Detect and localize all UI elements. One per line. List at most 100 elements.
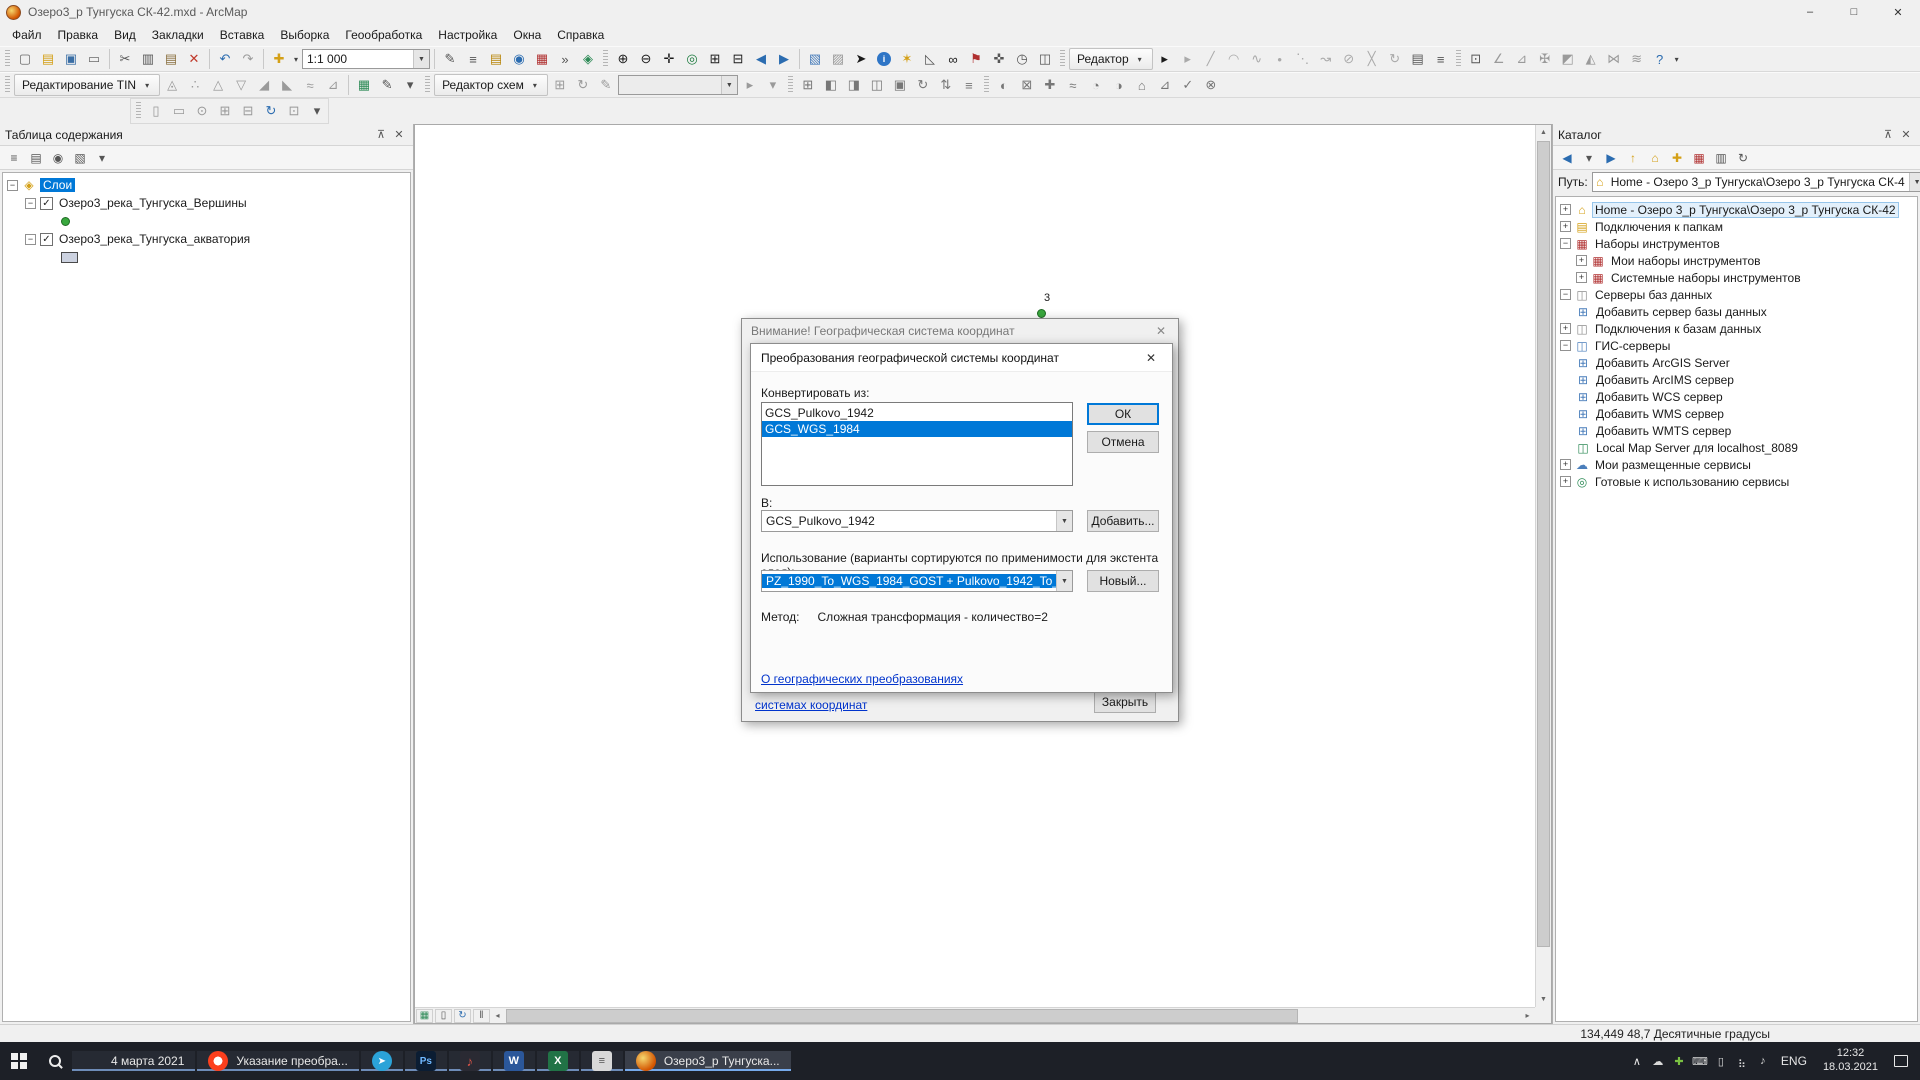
edit-vertices-icon[interactable]: ⋱ [1292,48,1314,70]
warning-dialog-close-icon[interactable]: ✕ [1144,319,1178,343]
scroll-left-icon[interactable]: ◂ [490,1008,505,1024]
map-vertex-point[interactable] [1037,309,1046,318]
ok-button[interactable]: ОК [1087,403,1159,425]
toolbar-grip[interactable] [136,102,141,120]
time-slider-icon[interactable]: ◷ [1011,48,1033,70]
catalog-tree-item[interactable]: + ◫ Подключения к базам данных [1556,320,1917,337]
toc-root-label[interactable]: Слои [40,178,75,192]
georeferencing-icon[interactable]: ✠ [1534,48,1556,70]
catalog-tree-item[interactable]: ⊞ Добавить WMTS сервер [1556,422,1917,439]
search-window-icon[interactable]: ◉ [508,48,530,70]
catalog-forward-icon[interactable]: ▶ [1601,148,1621,168]
editor-toolbar-icon[interactable]: ✎ [439,48,461,70]
change-layout-icon[interactable]: ▾ [306,100,328,122]
tree-expander[interactable]: − [7,180,18,191]
refresh-page-icon[interactable]: ↻ [260,100,282,122]
zoom-out-icon[interactable]: ⊖ [635,48,657,70]
catalog-pin-icon[interactable]: ⊼ [1879,126,1897,144]
cut-polygons-icon[interactable]: ⊘ [1338,48,1360,70]
tree-item-label[interactable]: Подключения к папкам [1593,220,1725,234]
draw-order-icon[interactable]: ≡ [958,74,980,96]
transformations-dialog-close-icon[interactable]: ✕ [1130,344,1172,371]
toolbar-grip[interactable] [788,76,793,94]
list-by-drawing-order-icon[interactable]: ≡ [4,148,24,168]
up-one-level-icon[interactable]: ↑ [1623,148,1643,168]
open-diagram-icon[interactable]: ⊞ [549,74,571,96]
combo-arrow-icon[interactable]: ▼ [1056,511,1072,531]
polygon-symbol[interactable] [61,252,78,263]
clear-selection-icon[interactable]: ▨ [827,48,849,70]
tree-expander[interactable]: + [1560,476,1571,487]
layer-label[interactable]: Озеро3_река_Тунгуска_акватория [57,232,252,246]
tree-item-label[interactable]: Local Map Server для localhost_8089 [1594,441,1800,455]
edit-annotation-tool-icon[interactable]: ▸ [1177,48,1199,70]
catalog-tree-item[interactable]: − ▦ Наборы инструментов [1556,235,1917,252]
toc-layer-item[interactable]: − ✓ Озеро3_река_Тунгуска_акватория [3,230,410,248]
toc-layer-item[interactable]: − ✓ Озеро3_река_Тунгуска_Вершины [3,194,410,212]
layout-view-button[interactable]: ▯ [435,1009,452,1023]
layout-grid-icon[interactable]: ⊞ [797,74,819,96]
tree-item-label[interactable]: Добавить сервер базы данных [1594,305,1769,319]
menu-item[interactable]: Настройка [430,25,505,45]
endpoint-arc-icon[interactable]: ◠ [1223,48,1245,70]
catalog-close-icon[interactable]: ✕ [1897,126,1915,144]
effects-icon[interactable]: ◔ [1085,74,1107,96]
topology-edit-icon[interactable]: ∠ [1488,48,1510,70]
battery-icon[interactable]: ▯ [1711,1049,1731,1073]
word-app[interactable]: W [493,1051,535,1071]
toc-pin-icon[interactable]: ⊼ [372,126,390,144]
tree-item-label[interactable]: Добавить WMS сервер [1594,407,1726,421]
tree-item-label[interactable]: Home - Озеро 3_р Тунгуска\Озеро 3_р Тунг… [1593,203,1898,217]
scroll-right-icon[interactable]: ▸ [1520,1008,1535,1024]
straight-segment-icon[interactable]: ╱ [1200,48,1222,70]
contrast-icon[interactable]: ◐ [993,74,1015,96]
undo-icon[interactable]: ↶ [214,48,236,70]
catalog-tree-item[interactable]: + ▤ Подключения к папкам [1556,218,1917,235]
toc-options-icon[interactable]: ▾ [92,148,112,168]
tree-item-label[interactable]: Готовые к использованию сервисы [1593,475,1791,489]
update-diagram-icon[interactable]: ↻ [572,74,594,96]
toolbar-grip[interactable] [425,76,430,94]
tree-item-label[interactable]: ГИС-серверы [1593,339,1672,353]
maximize-button[interactable]: □ [1832,0,1876,24]
map-scale-combo[interactable]: 1:1 000 ▼ [302,49,430,69]
tin-options-icon[interactable]: ▾ [399,74,421,96]
reshape-feature-icon[interactable]: ↝ [1315,48,1337,70]
tree-item-label[interactable]: Добавить WCS сервер [1594,390,1725,404]
catalog-refresh-icon[interactable]: ↻ [1733,148,1753,168]
taskbar-search-button[interactable] [38,1042,72,1080]
catalog-back-icon[interactable]: ◀ [1557,148,1577,168]
convert-from-listbox[interactable]: GCS_Pulkovo_1942 GCS_WGS_1984 [761,402,1073,486]
tin-info-icon[interactable]: ▦ [353,74,375,96]
rotate-graphics-icon[interactable]: ↻ [912,74,934,96]
menu-item[interactable]: Вид [106,25,144,45]
tree-item-label[interactable]: Мои размещенные сервисы [1593,458,1753,472]
tree-item-label[interactable]: Наборы инструментов [1593,237,1722,251]
catalog-tree-item[interactable]: + ⌂ Home - Озеро 3_р Тунгуска\Озеро 3_р … [1556,201,1917,218]
add-data-icon[interactable]: ✚ [268,48,290,70]
point-tool-icon[interactable]: • [1269,48,1291,70]
split-tool-icon[interactable]: ╳ [1361,48,1383,70]
add-button[interactable]: Добавить... [1087,510,1159,532]
catalog-tree-item[interactable]: ◫ Local Map Server для localhost_8089 [1556,439,1917,456]
catalog-path-combo[interactable]: ⌂ Home - Озеро 3_р Тунгуска\Озеро 3_р Ту… [1592,172,1920,192]
toolbar-grip[interactable] [5,76,10,94]
listbox-item-selected[interactable]: GCS_WGS_1984 [762,421,1072,437]
editor-edit-tool-icon[interactable]: ▸ [1154,48,1176,70]
list-by-selection-icon[interactable]: ▧ [70,148,90,168]
apply-icon[interactable]: ✓ [1177,74,1199,96]
toggle-contents-view-icon[interactable]: ▥ [1711,148,1731,168]
catalog-home-icon[interactable]: ⌂ [1645,148,1665,168]
close-warning-button[interactable]: Закрыть [1094,691,1156,713]
tree-expander[interactable]: + [1560,204,1571,215]
point-symbol[interactable] [61,217,70,226]
volume-icon[interactable]: ♪ [1753,1049,1773,1073]
tree-item-label[interactable]: Мои наборы инструментов [1609,254,1763,268]
tree-expander[interactable]: − [1560,238,1571,249]
clip-icon[interactable]: ⊠ [1016,74,1038,96]
3d-analyst-icon[interactable]: ◭ [1580,48,1602,70]
tin-slope-icon[interactable]: ⊿ [322,74,344,96]
antivirus-tray-icon[interactable]: ✚ [1669,1049,1689,1073]
catalog-tree-item[interactable]: ⊞ Добавить сервер базы данных [1556,303,1917,320]
pan-icon[interactable]: ✛ [658,48,680,70]
